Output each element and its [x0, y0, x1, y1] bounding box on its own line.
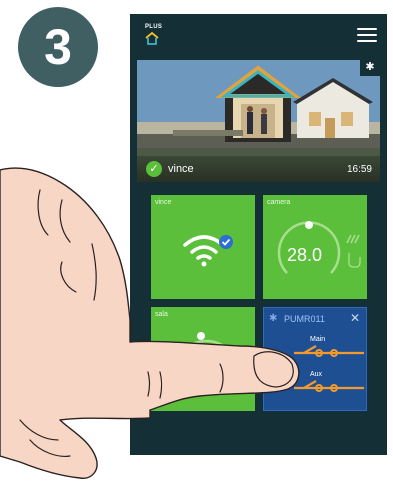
sala-device-tile[interactable]: sala: [151, 307, 255, 411]
aux-switch-label: Aux: [310, 371, 323, 378]
wifi-icon: [183, 235, 233, 267]
sala-level-dial[interactable]: [151, 307, 255, 411]
camera-caption-bar: ✓ vince 16:59: [137, 154, 380, 182]
relay-switches-icon[interactable]: [264, 308, 367, 411]
settings-gear-icon[interactable]: ✱: [360, 60, 380, 76]
status-check-icon: ✓: [146, 161, 162, 177]
step-number-badge: 3: [18, 7, 98, 87]
sala-level-knob: [197, 332, 205, 340]
camera-preview-card[interactable]: ✱ ✓ vince 16:59: [137, 60, 380, 182]
phone-screen: PLUS ✱ ✓ vince 16:59 vince camera 28.0 s…: [130, 14, 387, 455]
home-logo-icon: [145, 32, 159, 45]
logo-text: PLUS: [145, 24, 163, 30]
wifi-device-tile[interactable]: vince: [151, 195, 255, 299]
pump-control-tile[interactable]: ✱ PUMR011 ✕ Main Aux: [263, 307, 367, 411]
temperature-value: 28.0: [287, 245, 323, 265]
thermostat-tile[interactable]: camera 28.0: [263, 195, 367, 299]
tile-label: vince: [155, 199, 172, 206]
hamburger-menu-icon[interactable]: [357, 28, 377, 44]
camera-time: 16:59: [346, 164, 372, 175]
camera-owner-name: vince: [168, 163, 194, 175]
app-header: PLUS: [130, 14, 387, 60]
